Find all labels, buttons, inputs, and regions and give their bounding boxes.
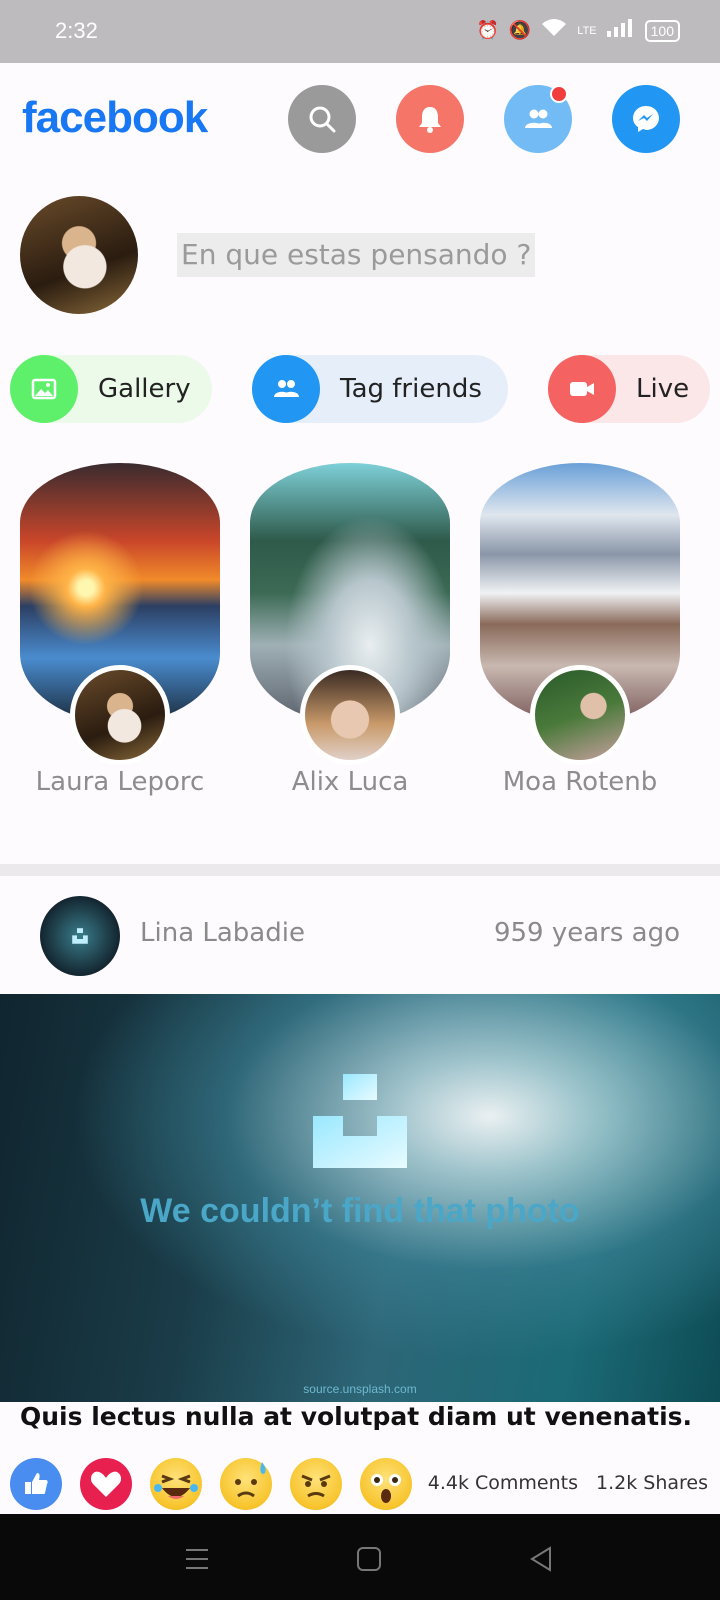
messenger-button[interactable] — [612, 85, 680, 153]
unsplash-logo-icon — [313, 1074, 407, 1168]
shares-count[interactable]: 1.2k Shares — [596, 1472, 708, 1494]
post-header: Lina Labadie 959 years ago — [0, 876, 720, 994]
sad-icon — [235, 1462, 266, 1498]
sad-button[interactable] — [220, 1458, 272, 1510]
app-header: facebook — [0, 63, 720, 178]
messenger-icon — [633, 106, 659, 132]
tag-friends-button[interactable]: Tag friends — [252, 355, 508, 423]
like-icon — [25, 1473, 48, 1494]
haha-icon — [154, 1474, 198, 1499]
story-name: Alix Luca — [291, 767, 409, 797]
live-button[interactable]: Live — [548, 355, 710, 423]
story-avatar — [70, 665, 170, 765]
status-time: 2:32 — [55, 18, 98, 43]
story-avatar — [530, 665, 630, 765]
live-label: Live — [636, 374, 690, 404]
story-name: Moa Rotenb — [502, 767, 658, 797]
composer-actions: Gallery Tag friends Live — [0, 355, 720, 425]
system-nav-bar — [0, 1514, 720, 1600]
tag-friends-label: Tag friends — [340, 374, 482, 404]
battery-indicator: 100 — [644, 19, 680, 42]
feed-divider — [0, 864, 720, 876]
story-name: Laura Leporc — [35, 767, 205, 797]
network-type: LTE — [577, 24, 597, 37]
post-stats: 4.4k Comments 1.2k Shares — [428, 1472, 708, 1494]
post-author-name[interactable]: Lina Labadie — [140, 918, 305, 948]
wow-button[interactable] — [360, 1458, 412, 1510]
love-button[interactable] — [80, 1458, 132, 1510]
angry-icon — [301, 1474, 331, 1498]
story-item[interactable]: Alix Luca — [250, 463, 450, 797]
friend-request-badge — [550, 85, 568, 103]
love-icon — [90, 1471, 122, 1497]
post-composer: En que estas pensando ? — [0, 190, 720, 320]
post-author-avatar[interactable] — [40, 896, 120, 976]
post-caption: Quis lectus nulla at volutpat diam ut ve… — [20, 1402, 693, 1431]
gallery-icon — [31, 378, 57, 400]
alarm-icon: ⏰ — [476, 20, 499, 40]
mute-icon: 🔕 — [508, 20, 532, 40]
unsplash-icon — [72, 928, 88, 944]
user-avatar[interactable] — [20, 196, 138, 314]
comments-count[interactable]: 4.4k Comments — [428, 1472, 578, 1494]
search-icon — [309, 106, 336, 133]
home-icon[interactable] — [354, 1544, 384, 1574]
friends-icon — [525, 109, 552, 128]
wow-icon — [371, 1474, 401, 1503]
back-icon[interactable] — [526, 1544, 556, 1574]
image-source: source.unsplash.com — [303, 1382, 417, 1396]
status-bar: 2:32 ⏰ 🔕 LTE 100 — [0, 0, 720, 63]
menu-icon[interactable] — [182, 1544, 212, 1574]
friends-button[interactable] — [504, 85, 572, 153]
post-timestamp: 959 years ago — [493, 918, 680, 948]
gallery-button[interactable]: Gallery — [10, 355, 212, 423]
stories-row: Laura Leporc Alix Luca Moa Rotenb — [0, 463, 720, 803]
status-icons: ⏰ 🔕 LTE 100 — [476, 18, 680, 43]
story-item[interactable]: Moa Rotenb — [480, 463, 680, 797]
image-error-message: We couldn’t find that photo — [140, 1192, 580, 1230]
status-input[interactable]: En que estas pensando ? — [177, 233, 536, 277]
story-item[interactable]: Laura Leporc — [20, 463, 220, 797]
like-button[interactable] — [10, 1458, 62, 1510]
story-avatar — [300, 665, 400, 765]
signal-icon — [606, 19, 635, 42]
video-camera-icon — [570, 382, 594, 396]
angry-button[interactable] — [290, 1458, 342, 1510]
haha-button[interactable] — [150, 1458, 202, 1510]
facebook-logo: facebook — [22, 93, 208, 142]
post-image[interactable]: We couldn’t find that photo source.unspl… — [0, 994, 720, 1402]
tag-friends-icon — [274, 380, 299, 397]
bell-icon — [419, 107, 441, 133]
wifi-icon — [541, 18, 567, 43]
search-button[interactable] — [288, 85, 356, 153]
reactions-bar: 4.4k Comments 1.2k Shares — [0, 1458, 720, 1514]
notifications-button[interactable] — [396, 85, 464, 153]
gallery-label: Gallery — [98, 374, 191, 404]
